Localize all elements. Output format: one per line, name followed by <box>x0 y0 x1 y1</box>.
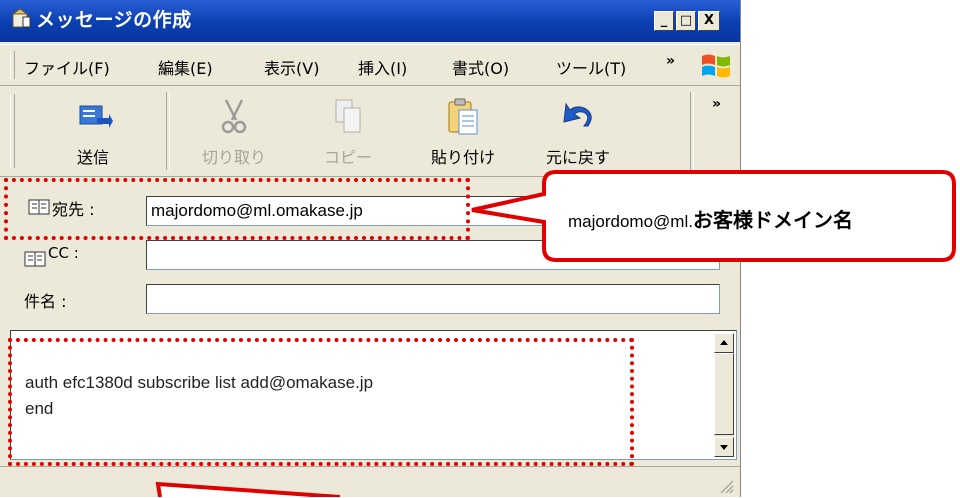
to-callout-text: majordomo@ml.お客様ドメイン名 <box>568 204 853 233</box>
callout-overlay <box>155 170 956 497</box>
body-callout-tail <box>155 481 341 497</box>
callout-emphasis: お客様ドメイン名 <box>692 210 853 232</box>
callout-prefix: majordomo@ml. <box>568 212 693 231</box>
